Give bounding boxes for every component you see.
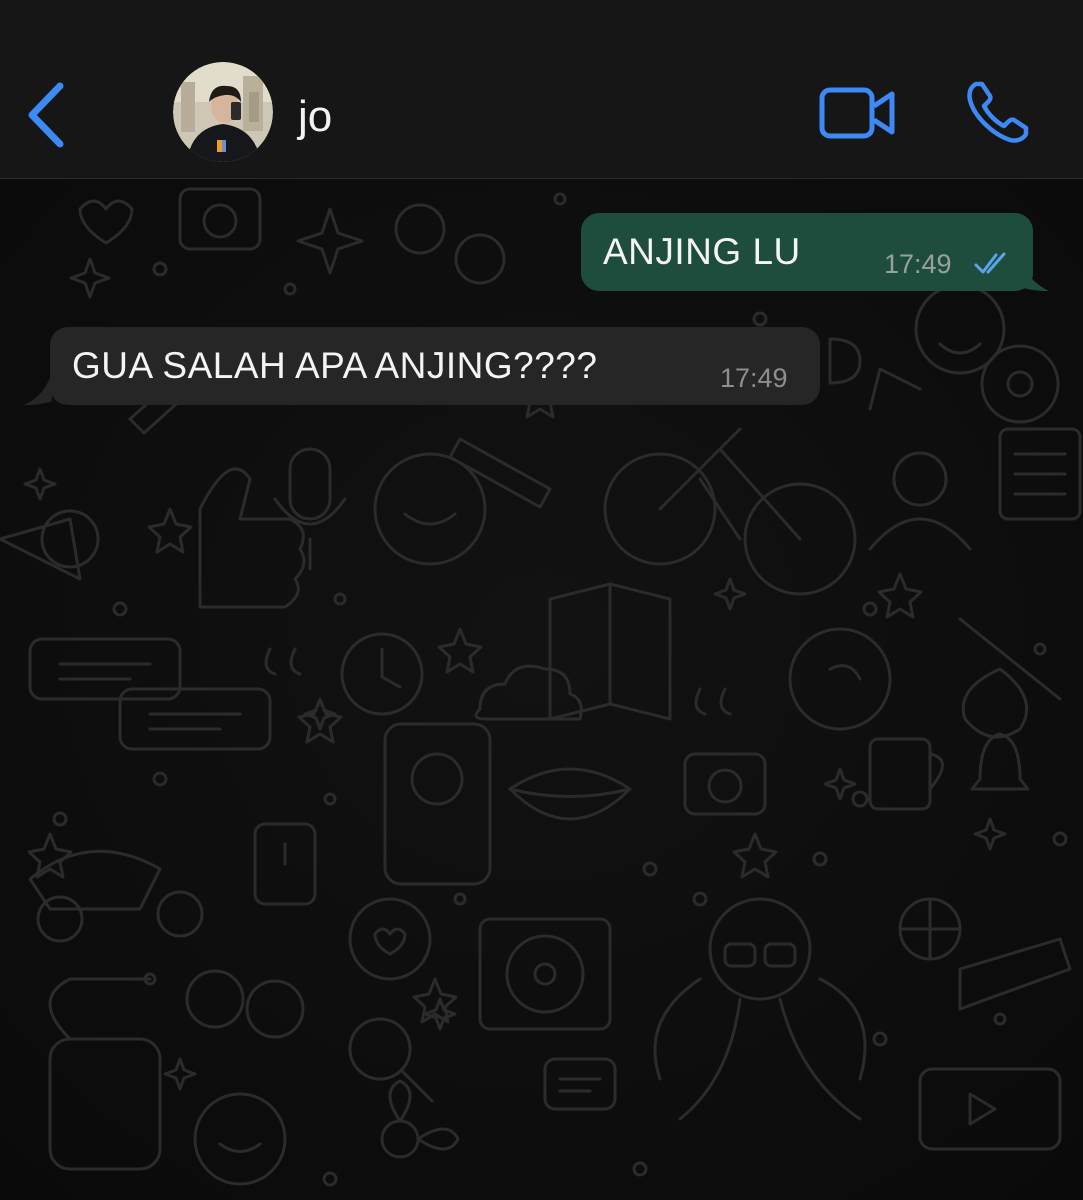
- read-receipt-double-check-icon: [974, 252, 1006, 274]
- video-camera-icon: [819, 87, 895, 139]
- chevron-left-icon: [28, 82, 64, 148]
- message-timestamp: 17:49: [720, 363, 788, 393]
- chat-header: jo: [0, 0, 1083, 179]
- avatar-photo: [173, 62, 273, 162]
- chat-screen: jo ANJING LU 17:49 GUA SALAH APA ANJING?…: [0, 0, 1083, 1200]
- message-text: GUA SALAH APA ANJING????: [72, 345, 598, 386]
- phone-icon: [967, 81, 1029, 143]
- back-button[interactable]: [20, 80, 76, 150]
- message-timestamp: 17:49: [884, 249, 952, 279]
- message-text: ANJING LU: [603, 231, 801, 272]
- message-bubble-outgoing[interactable]: ANJING LU 17:49: [581, 213, 1049, 291]
- message-bubble-incoming[interactable]: GUA SALAH APA ANJING???? 17:49: [24, 327, 820, 405]
- contact-avatar[interactable]: [173, 62, 273, 162]
- contact-name[interactable]: jo: [298, 92, 332, 142]
- voice-call-button[interactable]: [962, 78, 1032, 148]
- bubble-tail: [1021, 257, 1049, 291]
- chat-messages-area[interactable]: ANJING LU 17:49 GUA SALAH APA ANJING????…: [0, 179, 1083, 1200]
- bubble-tail: [24, 371, 52, 405]
- video-call-button[interactable]: [818, 84, 898, 142]
